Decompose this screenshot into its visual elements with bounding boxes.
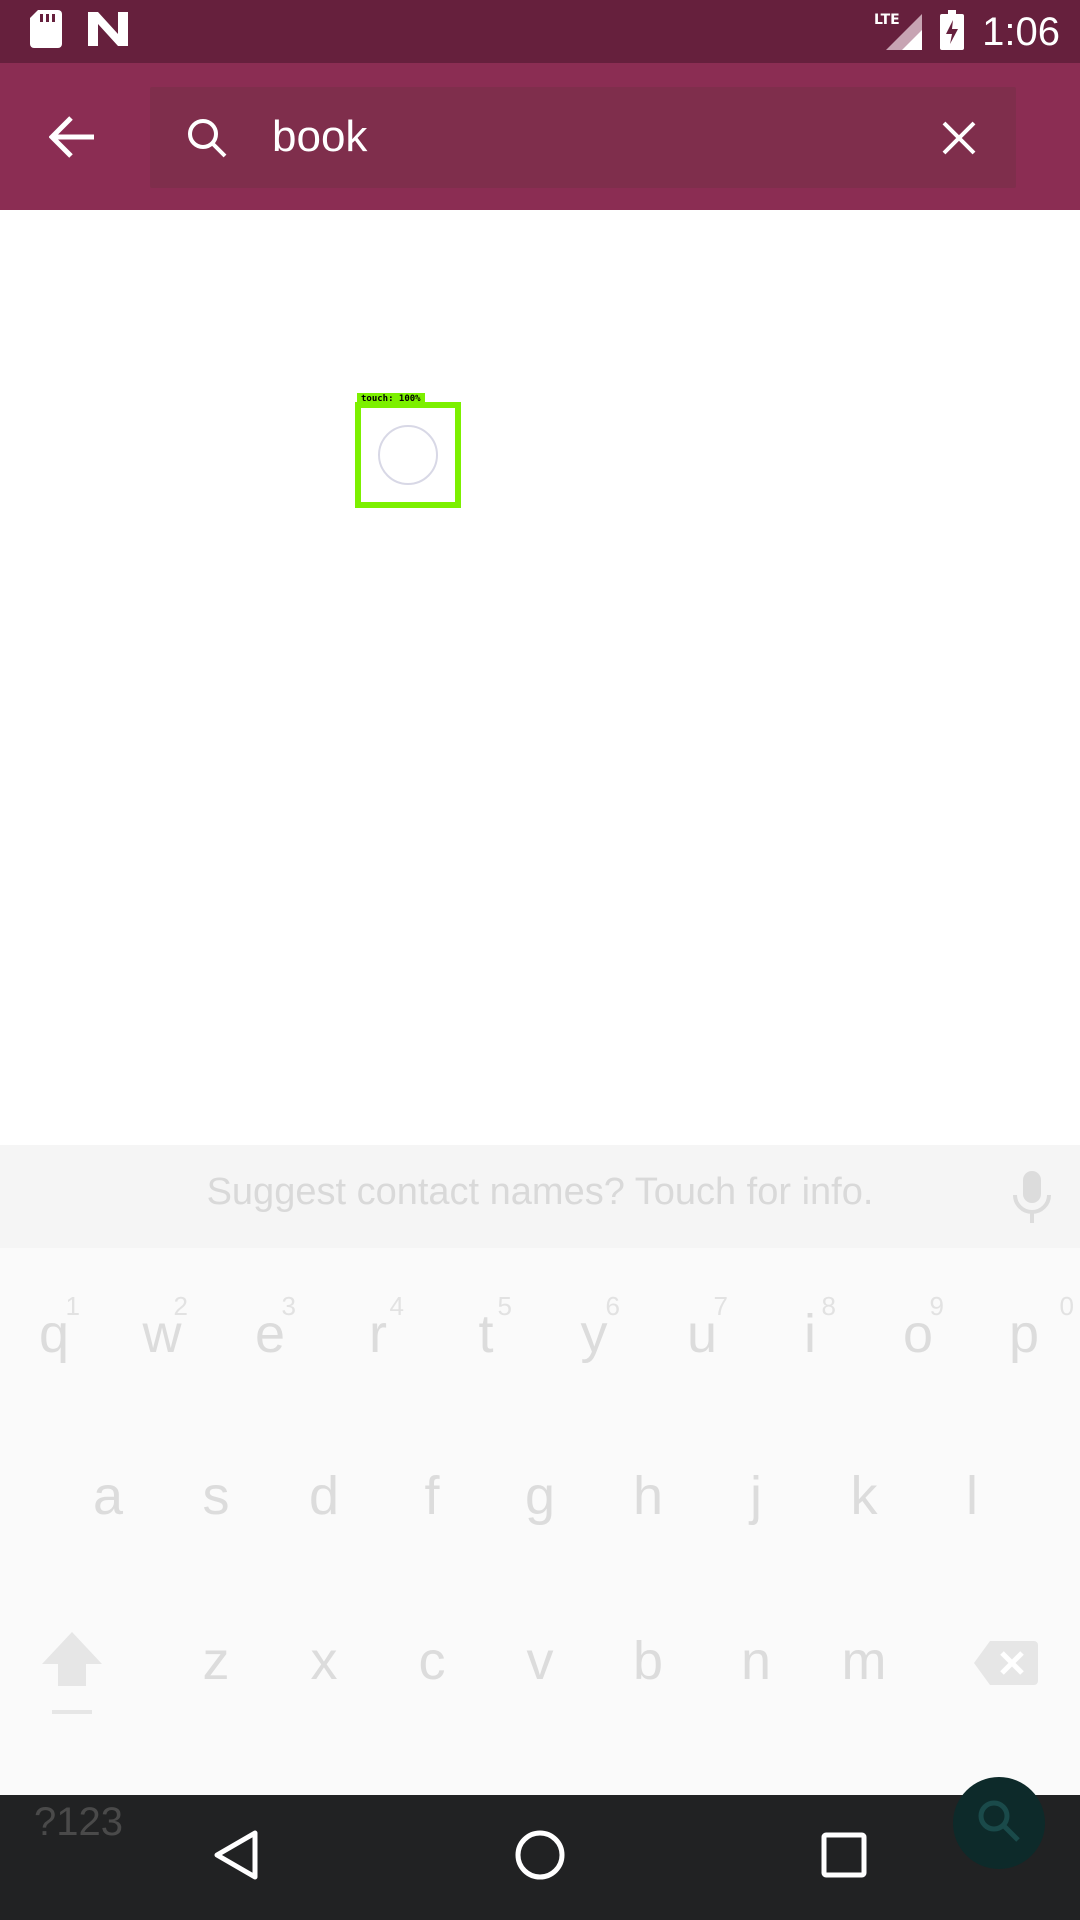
key-d[interactable]: d <box>280 1465 368 1527</box>
key-p[interactable]: p0 <box>980 1291 1074 1365</box>
key-label: o <box>902 1304 934 1364</box>
key-a[interactable]: a <box>64 1465 152 1527</box>
key-q[interactable]: q1 <box>10 1291 98 1365</box>
recents-square-icon <box>821 1832 867 1882</box>
back-button[interactable] <box>36 103 108 175</box>
key-s[interactable]: s <box>172 1465 260 1527</box>
key-c[interactable]: c <box>388 1630 476 1692</box>
key-e[interactable]: e3 <box>226 1291 314 1365</box>
key-r[interactable]: r4 <box>334 1291 422 1365</box>
key-i[interactable]: i8 <box>766 1291 854 1365</box>
key-k[interactable]: k <box>820 1465 908 1527</box>
n-notification-icon <box>88 12 128 50</box>
nav-back-button[interactable] <box>204 1825 268 1889</box>
key-hint: 4 <box>389 1291 404 1321</box>
key-hint: 7 <box>713 1291 728 1321</box>
search-input[interactable]: book <box>272 109 367 165</box>
search-field[interactable]: book <box>150 87 1016 188</box>
home-circle-icon <box>514 1829 566 1885</box>
key-label: p <box>1008 1304 1040 1364</box>
backspace-key[interactable] <box>970 1638 1042 1700</box>
key-u[interactable]: u7 <box>658 1291 746 1365</box>
backspace-icon <box>974 1639 1038 1699</box>
key-label: y <box>580 1304 608 1364</box>
key-f[interactable]: f <box>388 1465 476 1527</box>
clock-time: 1:06 <box>982 10 1060 54</box>
suggestion-text[interactable]: Suggest contact names? Touch for info. <box>0 1171 1080 1214</box>
search-results-area <box>0 210 1080 1145</box>
key-b[interactable]: b <box>604 1630 692 1692</box>
key-hint: 5 <box>497 1291 512 1321</box>
key-g[interactable]: g <box>496 1465 584 1527</box>
back-arrow-icon <box>48 116 95 162</box>
sd-card-icon <box>30 10 62 52</box>
key-y[interactable]: y6 <box>550 1291 638 1365</box>
key-label: r <box>369 1304 387 1364</box>
key-j[interactable]: j <box>712 1465 800 1527</box>
keyboard-search-action[interactable] <box>953 1777 1045 1869</box>
key-label: q <box>38 1304 70 1364</box>
shift-key[interactable] <box>36 1630 108 1729</box>
symbols-key[interactable]: ?123 <box>34 1800 123 1845</box>
key-hint: 6 <box>605 1291 620 1321</box>
key-o[interactable]: o9 <box>874 1291 962 1365</box>
loading-spinner <box>378 425 438 485</box>
microphone-icon[interactable] <box>1012 1169 1052 1229</box>
nav-home-button[interactable] <box>508 1825 572 1889</box>
key-hint: 2 <box>173 1291 188 1321</box>
battery-charging-icon <box>940 10 965 54</box>
key-x[interactable]: x <box>280 1630 368 1692</box>
key-label: i <box>804 1304 816 1364</box>
soft-keyboard: Suggest contact names? Touch for info. q… <box>0 1145 1080 1795</box>
key-label: u <box>686 1304 718 1364</box>
key-n[interactable]: n <box>712 1630 800 1692</box>
key-v[interactable]: v <box>496 1630 584 1692</box>
key-w[interactable]: w2 <box>118 1291 206 1365</box>
suggestion-strip[interactable]: Suggest contact names? Touch for info. <box>0 1145 1080 1248</box>
search-toolbar: book <box>0 63 1080 210</box>
key-hint: 8 <box>821 1291 836 1321</box>
key-hint: 0 <box>1059 1291 1074 1321</box>
key-hint: 1 <box>65 1291 80 1321</box>
search-icon <box>186 117 228 163</box>
nav-recents-button[interactable] <box>812 1825 876 1889</box>
clear-search-button[interactable] <box>936 115 982 161</box>
navigation-bar <box>0 1795 1080 1920</box>
key-hint: 3 <box>281 1291 296 1321</box>
svg-text:LTE: LTE <box>874 12 900 28</box>
close-icon <box>936 121 982 165</box>
key-m[interactable]: m <box>820 1630 908 1692</box>
key-h[interactable]: h <box>604 1465 692 1527</box>
key-z[interactable]: z <box>172 1630 260 1692</box>
status-bar: LTE 1:06 <box>0 0 1080 63</box>
shift-icon <box>40 1632 104 1728</box>
key-label: e <box>254 1304 286 1364</box>
key-hint: 9 <box>929 1291 944 1321</box>
back-triangle-icon <box>213 1829 259 1885</box>
search-action-icon <box>976 1798 1022 1848</box>
key-t[interactable]: t5 <box>442 1291 530 1365</box>
lte-signal-icon: LTE <box>874 10 923 54</box>
key-l[interactable]: l <box>928 1465 1016 1527</box>
key-label: t <box>478 1304 494 1364</box>
